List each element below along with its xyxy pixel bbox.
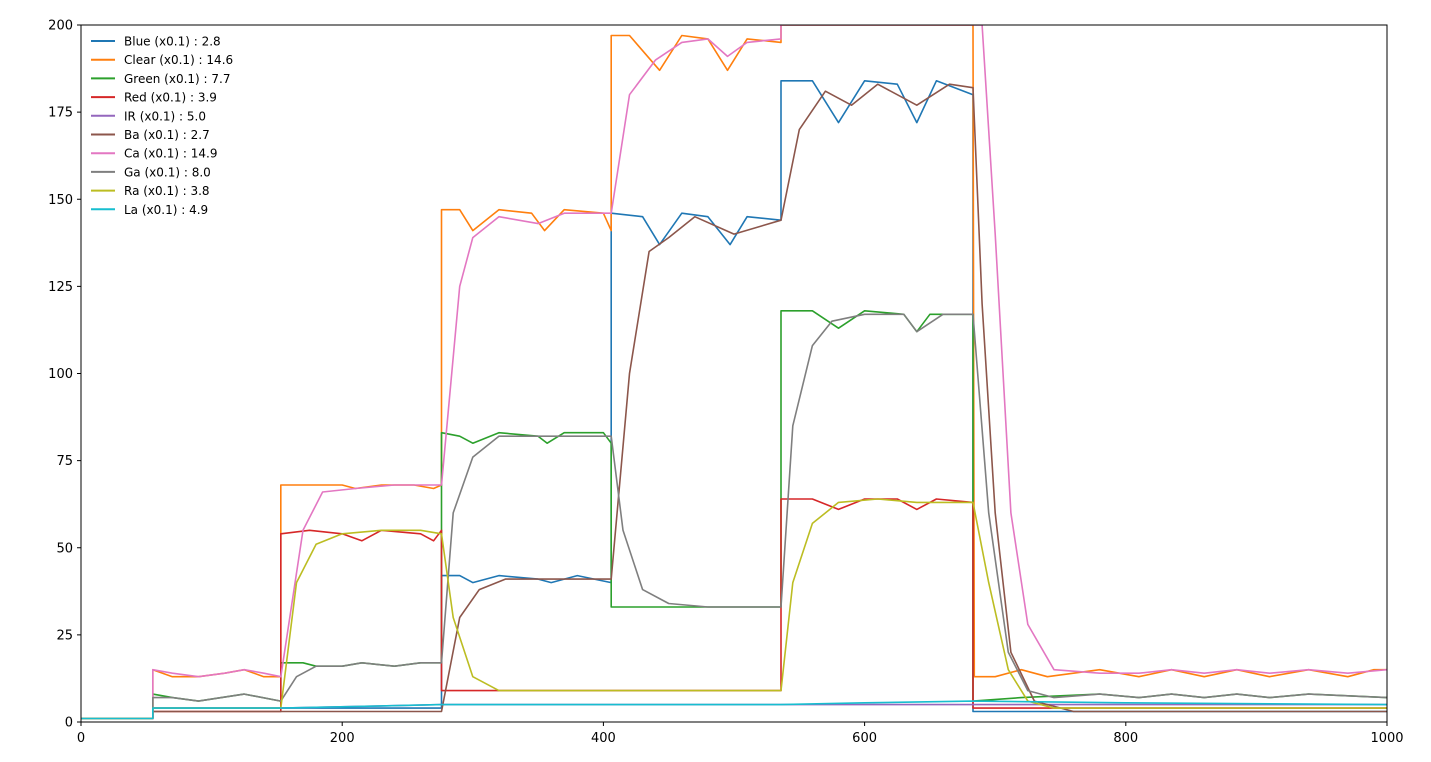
legend-label: Ra (x0.1) : 3.8 [124, 184, 210, 198]
legend-label: Ba (x0.1) : 2.7 [124, 128, 210, 142]
legend-label: Blue (x0.1) : 2.8 [124, 35, 221, 49]
x-tick-label: 200 [330, 731, 355, 746]
y-tick-label: 125 [48, 280, 73, 295]
line-chart: 0 200 400 600 800 1000 0 25 50 75 100 125 150 175 200… [0, 0, 1431, 762]
y-tick-label: 25 [56, 628, 73, 643]
legend-label: Red (x0.1) : 3.9 [124, 91, 217, 105]
y-tick-label: 50 [56, 541, 73, 556]
y-tick-label: 200 [48, 19, 73, 34]
legend-label: Ca (x0.1) : 14.9 [124, 147, 218, 161]
chart-background [0, 0, 1431, 762]
x-tick-label: 1000 [1370, 731, 1403, 746]
legend-label: IR (x0.1) : 5.0 [124, 109, 206, 123]
x-tick-label: 400 [591, 731, 616, 746]
legend-label: Ga (x0.1) : 8.0 [124, 165, 211, 179]
x-tick-label: 600 [852, 731, 877, 746]
y-tick-label: 150 [48, 193, 73, 208]
y-tick-label: 75 [56, 454, 73, 469]
x-tick-label: 800 [1113, 731, 1138, 746]
y-tick-label: 175 [48, 106, 73, 121]
legend-label: Clear (x0.1) : 14.6 [124, 53, 233, 67]
legend-label: La (x0.1) : 4.9 [124, 203, 208, 217]
x-tick-label: 0 [77, 731, 85, 746]
y-tick-label: 100 [48, 367, 73, 382]
legend-label: Green (x0.1) : 7.7 [124, 72, 230, 86]
y-tick-label: 0 [65, 716, 73, 731]
